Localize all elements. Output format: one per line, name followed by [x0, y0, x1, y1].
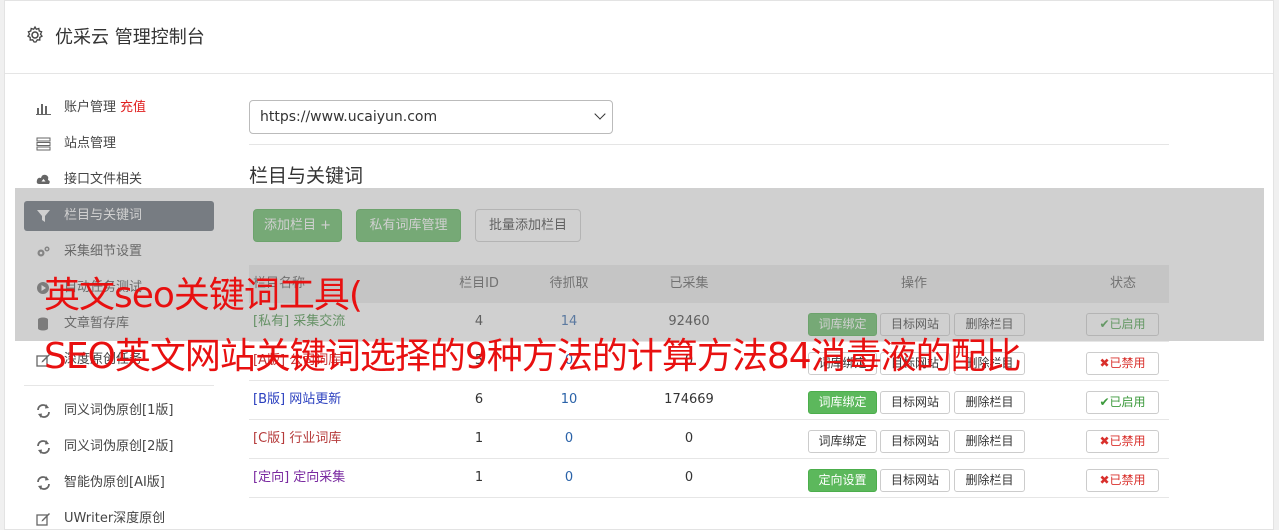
sidebar-item-label: UWriter深度原创 [64, 511, 166, 526]
sidebar-divider [24, 385, 214, 386]
header: 优采云 管理控制台 [5, 1, 1273, 74]
chevron-down-icon [594, 108, 606, 120]
sidebar-item-label: 智能伪原创[AI版] [64, 475, 165, 490]
column-tag: [定向] [253, 470, 290, 485]
sidebar-item-label: 接口文件相关 [64, 172, 143, 187]
divider [249, 144, 1169, 145]
sidebar-item-label: 同义词伪原创[1版] [64, 403, 174, 418]
refresh-icon [37, 440, 50, 454]
table-row: [C版] 行业词库 1 0 0 词库绑定 目标网站 删除栏目 ✖已禁用 [249, 420, 1169, 459]
bind-lib-button[interactable]: 词库绑定 [808, 430, 877, 453]
column-name[interactable]: [定向] 定向采集 [249, 459, 449, 497]
cloud-upload-icon [36, 174, 50, 184]
sidebar-item-label: 同义词伪原创[2版] [64, 439, 174, 454]
target-site-button[interactable]: 目标网站 [880, 430, 950, 453]
column-id: 1 [474, 431, 484, 446]
status-toggle[interactable]: ✖已禁用 [1086, 430, 1159, 453]
close-icon: ✖ [1099, 473, 1110, 487]
column-title: 网站更新 [289, 392, 342, 407]
column-id: 6 [474, 392, 484, 407]
refresh-icon [37, 404, 50, 418]
sidebar-item-label: 账户管理 [64, 100, 117, 115]
status-label: 已禁用 [1109, 473, 1146, 487]
site-select-value: https://www.ucaiyun.com [260, 109, 438, 125]
status-toggle[interactable]: ✖已禁用 [1086, 469, 1159, 492]
close-icon: ✖ [1099, 356, 1110, 370]
sidebar-item-3-tools[interactable]: 智能伪原创[AI版] [24, 468, 214, 498]
column-name[interactable]: [C版] 行业词库 [249, 420, 449, 458]
status-toggle[interactable]: ✔已启用 [1086, 391, 1159, 414]
sidebar-item-label: 站点管理 [64, 136, 117, 151]
queue-count[interactable]: 10 [529, 381, 609, 419]
section-title: 栏目与关键词 [249, 165, 364, 187]
bind-lib-button[interactable]: 定向设置 [808, 469, 877, 492]
collected-count: 174669 [664, 392, 714, 407]
delete-column-button[interactable]: 删除栏目 [954, 430, 1025, 453]
column-tag: [B版] [253, 392, 286, 407]
status-toggle[interactable]: ✖已禁用 [1086, 352, 1159, 375]
overlay-headline-2: SEO英文网站关键词选择的9种方法的计算方法84消毒液的配比 [44, 336, 1022, 377]
server-icon [36, 137, 51, 151]
close-icon: ✖ [1099, 434, 1110, 448]
column-title: 行业词库 [289, 431, 342, 446]
status-label: 已禁用 [1109, 434, 1146, 448]
recharge-link[interactable]: 充值 [120, 100, 146, 115]
banner-overlay [15, 188, 1264, 341]
queue-count[interactable]: 0 [529, 459, 609, 497]
gear-icon [27, 25, 43, 43]
status-label: 已禁用 [1109, 356, 1146, 370]
sidebar-item-1-tools[interactable]: 同义词伪原创[1版] [24, 396, 214, 426]
table-row: [定向] 定向采集 1 0 0 定向设置 目标网站 删除栏目 ✖已禁用 [249, 459, 1169, 498]
target-site-button[interactable]: 目标网站 [880, 469, 950, 492]
table-row: [B版] 网站更新 6 10 174669 词库绑定 目标网站 删除栏目 ✔已启用 [249, 381, 1169, 420]
column-id: 1 [474, 470, 484, 485]
collected-count: 0 [684, 431, 694, 446]
page-title: 优采云 管理控制台 [55, 27, 205, 48]
sidebar-item-2-tools[interactable]: 同义词伪原创[2版] [24, 432, 214, 462]
delete-column-button[interactable]: 删除栏目 [954, 469, 1025, 492]
status-label: 已启用 [1109, 395, 1146, 409]
sidebar-item-2[interactable]: 站点管理 [24, 129, 214, 159]
column-tag: [C版] [253, 431, 286, 446]
queue-count[interactable]: 0 [529, 420, 609, 458]
column-name[interactable]: [B版] 网站更新 [249, 381, 449, 419]
bar-chart-icon [36, 104, 51, 115]
bind-lib-button[interactable]: 词库绑定 [808, 391, 877, 414]
collected-count: 0 [684, 470, 694, 485]
refresh-icon [37, 476, 50, 490]
edit-icon [36, 513, 50, 526]
site-select[interactable]: https://www.ucaiyun.com [249, 100, 613, 134]
target-site-button[interactable]: 目标网站 [880, 391, 950, 414]
check-icon: ✔ [1099, 395, 1110, 409]
column-title: 定向采集 [293, 470, 346, 485]
delete-column-button[interactable]: 删除栏目 [954, 391, 1025, 414]
sidebar-item-1[interactable]: 账户管理 充值 [24, 93, 214, 123]
overlay-headline-1: 英文seo关键词工具( [44, 275, 363, 316]
sidebar-item-4-tools[interactable]: UWriter深度原创 [24, 504, 214, 530]
